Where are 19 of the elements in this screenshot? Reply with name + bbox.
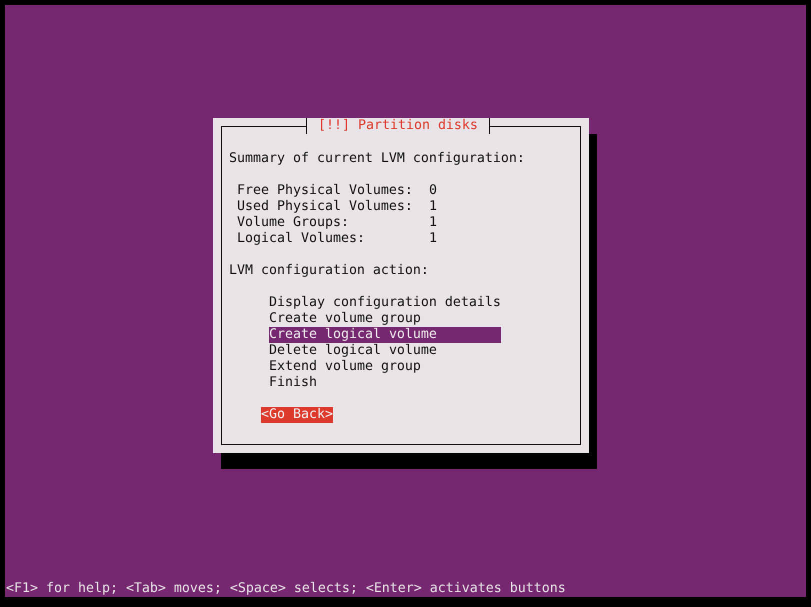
menu-item[interactable]: Delete logical volume xyxy=(269,343,437,359)
menu-item[interactable]: Create logical volume xyxy=(269,327,501,343)
go-back-button[interactable]: <Go Back> xyxy=(261,407,333,423)
summary-label: Free Physical Volumes: xyxy=(237,183,414,199)
summary-label: Logical Volumes: xyxy=(237,231,366,247)
menu-item[interactable]: Display configuration details xyxy=(269,295,501,311)
summary-label: Used Physical Volumes: xyxy=(237,199,414,215)
status-bar-hint: <F1> for help; <Tab> moves; <Space> selects; <Enter> activates buttons xyxy=(5,581,566,597)
summary-value: 0 xyxy=(429,183,437,199)
menu-item[interactable]: Create volume group xyxy=(269,311,421,327)
menu-item[interactable]: Finish xyxy=(269,375,317,391)
summary-heading: Summary of current LVM configuration: xyxy=(229,151,525,167)
summary-value: 1 xyxy=(429,215,437,231)
menu-item[interactable]: Extend volume group xyxy=(269,359,421,375)
summary-label: Volume Groups: xyxy=(237,215,350,231)
summary-value: 1 xyxy=(429,199,437,215)
action-heading: LVM configuration action: xyxy=(229,263,429,279)
summary-value: 1 xyxy=(429,231,437,247)
dialog-title: [!!] Partition disks xyxy=(306,118,490,134)
